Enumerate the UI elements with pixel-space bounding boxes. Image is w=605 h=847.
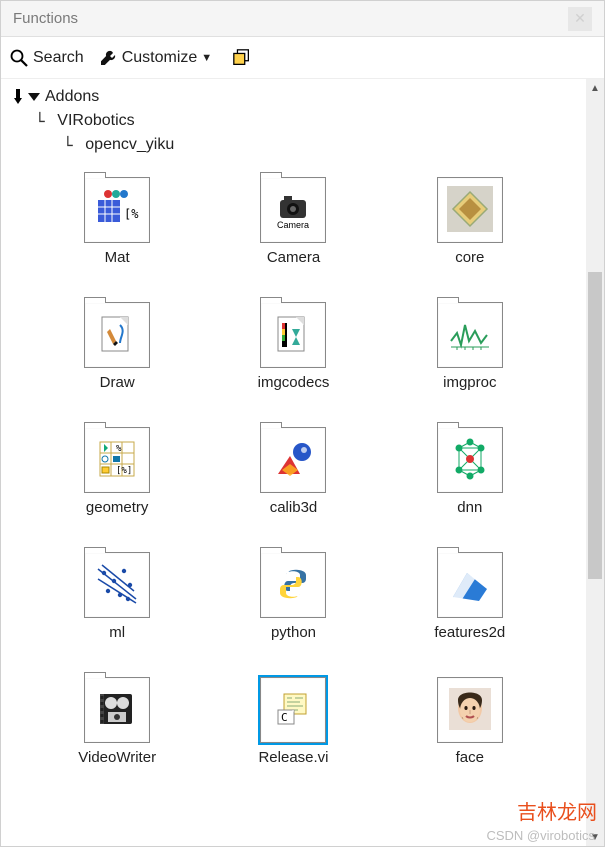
search-icon bbox=[9, 48, 29, 68]
palette-item-calib3d[interactable]: calib3d bbox=[210, 427, 376, 516]
breadcrumb-tree: Addons └ VIRobotics └ opencv_yiku bbox=[9, 83, 578, 167]
palette-item-ml[interactable]: ml bbox=[34, 552, 200, 641]
palette-item-mat[interactable]: [%] Mat bbox=[34, 177, 200, 266]
folder-tab-icon bbox=[260, 297, 282, 303]
folder-tab-icon bbox=[84, 672, 106, 678]
windows-icon bbox=[232, 48, 252, 68]
folder-tab-icon bbox=[84, 297, 106, 303]
palette-item-label: VideoWriter bbox=[78, 749, 156, 766]
scroll-up-button[interactable]: ▲ bbox=[586, 79, 604, 97]
folder-tab-icon bbox=[260, 172, 282, 178]
palette-item-core[interactable]: core bbox=[387, 177, 553, 266]
python-icon bbox=[260, 552, 326, 618]
folder-tab-icon bbox=[437, 547, 459, 553]
tree-label-level2: opencv_yiku bbox=[85, 136, 174, 154]
palette-item-imgproc[interactable]: imgproc bbox=[387, 302, 553, 391]
customize-button[interactable]: Customize ▼ bbox=[98, 48, 212, 68]
search-button[interactable]: Search bbox=[9, 48, 84, 68]
tree-branch-icon: └ bbox=[63, 136, 82, 155]
palette-item-label: Release.vi bbox=[258, 749, 328, 766]
geometry-icon: % [%] bbox=[84, 427, 150, 493]
camera-icon: Camera bbox=[260, 177, 326, 243]
chevron-down-icon bbox=[28, 93, 40, 101]
calib3d-icon bbox=[260, 427, 326, 493]
mat-icon: [%] bbox=[84, 177, 150, 243]
tree-label-root: Addons bbox=[45, 88, 99, 106]
palette-item-label: imgcodecs bbox=[258, 374, 330, 391]
folder-tab-icon bbox=[437, 422, 459, 428]
view-mode-button[interactable] bbox=[232, 48, 252, 68]
scroll-thumb[interactable] bbox=[588, 272, 602, 579]
functions-palette-window: Functions ✕ Search Customize ▼ bbox=[0, 0, 605, 847]
scrollbar[interactable]: ▲ ▼ bbox=[586, 79, 604, 846]
folder-tab-icon bbox=[260, 547, 282, 553]
close-icon: ✕ bbox=[574, 10, 586, 27]
tree-row-root[interactable]: Addons bbox=[11, 85, 578, 109]
chevron-down-icon: ▼ bbox=[201, 52, 212, 64]
tree-row-level1[interactable]: └ VIRobotics bbox=[11, 109, 578, 133]
palette-item-label: python bbox=[271, 624, 316, 641]
palette-item-face[interactable]: face bbox=[387, 677, 553, 766]
tree-label-level1: VIRobotics bbox=[57, 112, 134, 130]
palette-item-videowriter[interactable]: VideoWriter bbox=[34, 677, 200, 766]
palette-item-label: Draw bbox=[100, 374, 135, 391]
palette-item-release[interactable]: C Release.vi bbox=[210, 677, 376, 766]
wrench-icon bbox=[98, 48, 118, 68]
content-wrap: Addons └ VIRobotics └ opencv_yiku [%] Mat… bbox=[1, 79, 604, 846]
folder-tab-icon bbox=[84, 547, 106, 553]
palette-item-label: imgproc bbox=[443, 374, 496, 391]
draw-icon bbox=[84, 302, 150, 368]
release-icon: C bbox=[260, 677, 326, 743]
features2d-icon bbox=[437, 552, 503, 618]
videowriter-icon bbox=[84, 677, 150, 743]
palette-item-label: ml bbox=[109, 624, 125, 641]
palette-item-label: geometry bbox=[86, 499, 149, 516]
folder-tab-icon bbox=[437, 297, 459, 303]
palette-item-label: Camera bbox=[267, 249, 320, 266]
dnn-icon bbox=[437, 427, 503, 493]
scroll-down-button[interactable]: ▼ bbox=[586, 828, 604, 846]
palette-item-python[interactable]: python bbox=[210, 552, 376, 641]
tree-row-level2[interactable]: └ opencv_yiku bbox=[11, 133, 578, 157]
svg-text:[%]: [%] bbox=[124, 207, 140, 221]
customize-label: Customize bbox=[122, 49, 198, 67]
scroll-track[interactable] bbox=[586, 97, 604, 828]
toolbar: Search Customize ▼ bbox=[1, 37, 604, 79]
window-title: Functions bbox=[13, 10, 78, 27]
close-button[interactable]: ✕ bbox=[568, 7, 592, 31]
titlebar: Functions ✕ bbox=[1, 1, 604, 37]
palette-item-label: face bbox=[456, 749, 484, 766]
palette-item-label: Mat bbox=[105, 249, 130, 266]
content-area: Addons └ VIRobotics └ opencv_yiku [%] Mat… bbox=[1, 79, 586, 846]
search-label: Search bbox=[33, 49, 84, 67]
palette-grid: [%] Mat Camera Camera core Draw imgcodecs imgpr… bbox=[9, 167, 578, 796]
palette-item-label: core bbox=[455, 249, 484, 266]
pin-icon bbox=[11, 89, 25, 105]
palette-item-imgcodecs[interactable]: imgcodecs bbox=[210, 302, 376, 391]
imgcodecs-icon bbox=[260, 302, 326, 368]
svg-text:Camera: Camera bbox=[277, 220, 309, 230]
palette-item-draw[interactable]: Draw bbox=[34, 302, 200, 391]
palette-item-features2d[interactable]: features2d bbox=[387, 552, 553, 641]
svg-text:C: C bbox=[281, 711, 288, 724]
palette-item-dnn[interactable]: dnn bbox=[387, 427, 553, 516]
palette-item-camera[interactable]: Camera Camera bbox=[210, 177, 376, 266]
svg-text:%: % bbox=[116, 444, 122, 454]
core-icon bbox=[437, 177, 503, 243]
folder-tab-icon bbox=[84, 422, 106, 428]
palette-item-geometry[interactable]: % [%] geometry bbox=[34, 427, 200, 516]
palette-item-label: dnn bbox=[457, 499, 482, 516]
folder-tab-icon bbox=[84, 172, 106, 178]
imgproc-icon bbox=[437, 302, 503, 368]
ml-icon bbox=[84, 552, 150, 618]
palette-item-label: features2d bbox=[434, 624, 505, 641]
face-icon bbox=[437, 677, 503, 743]
tree-branch-icon: └ bbox=[35, 112, 54, 131]
folder-tab-icon bbox=[260, 422, 282, 428]
svg-text:[%]: [%] bbox=[116, 466, 132, 476]
palette-item-label: calib3d bbox=[270, 499, 318, 516]
